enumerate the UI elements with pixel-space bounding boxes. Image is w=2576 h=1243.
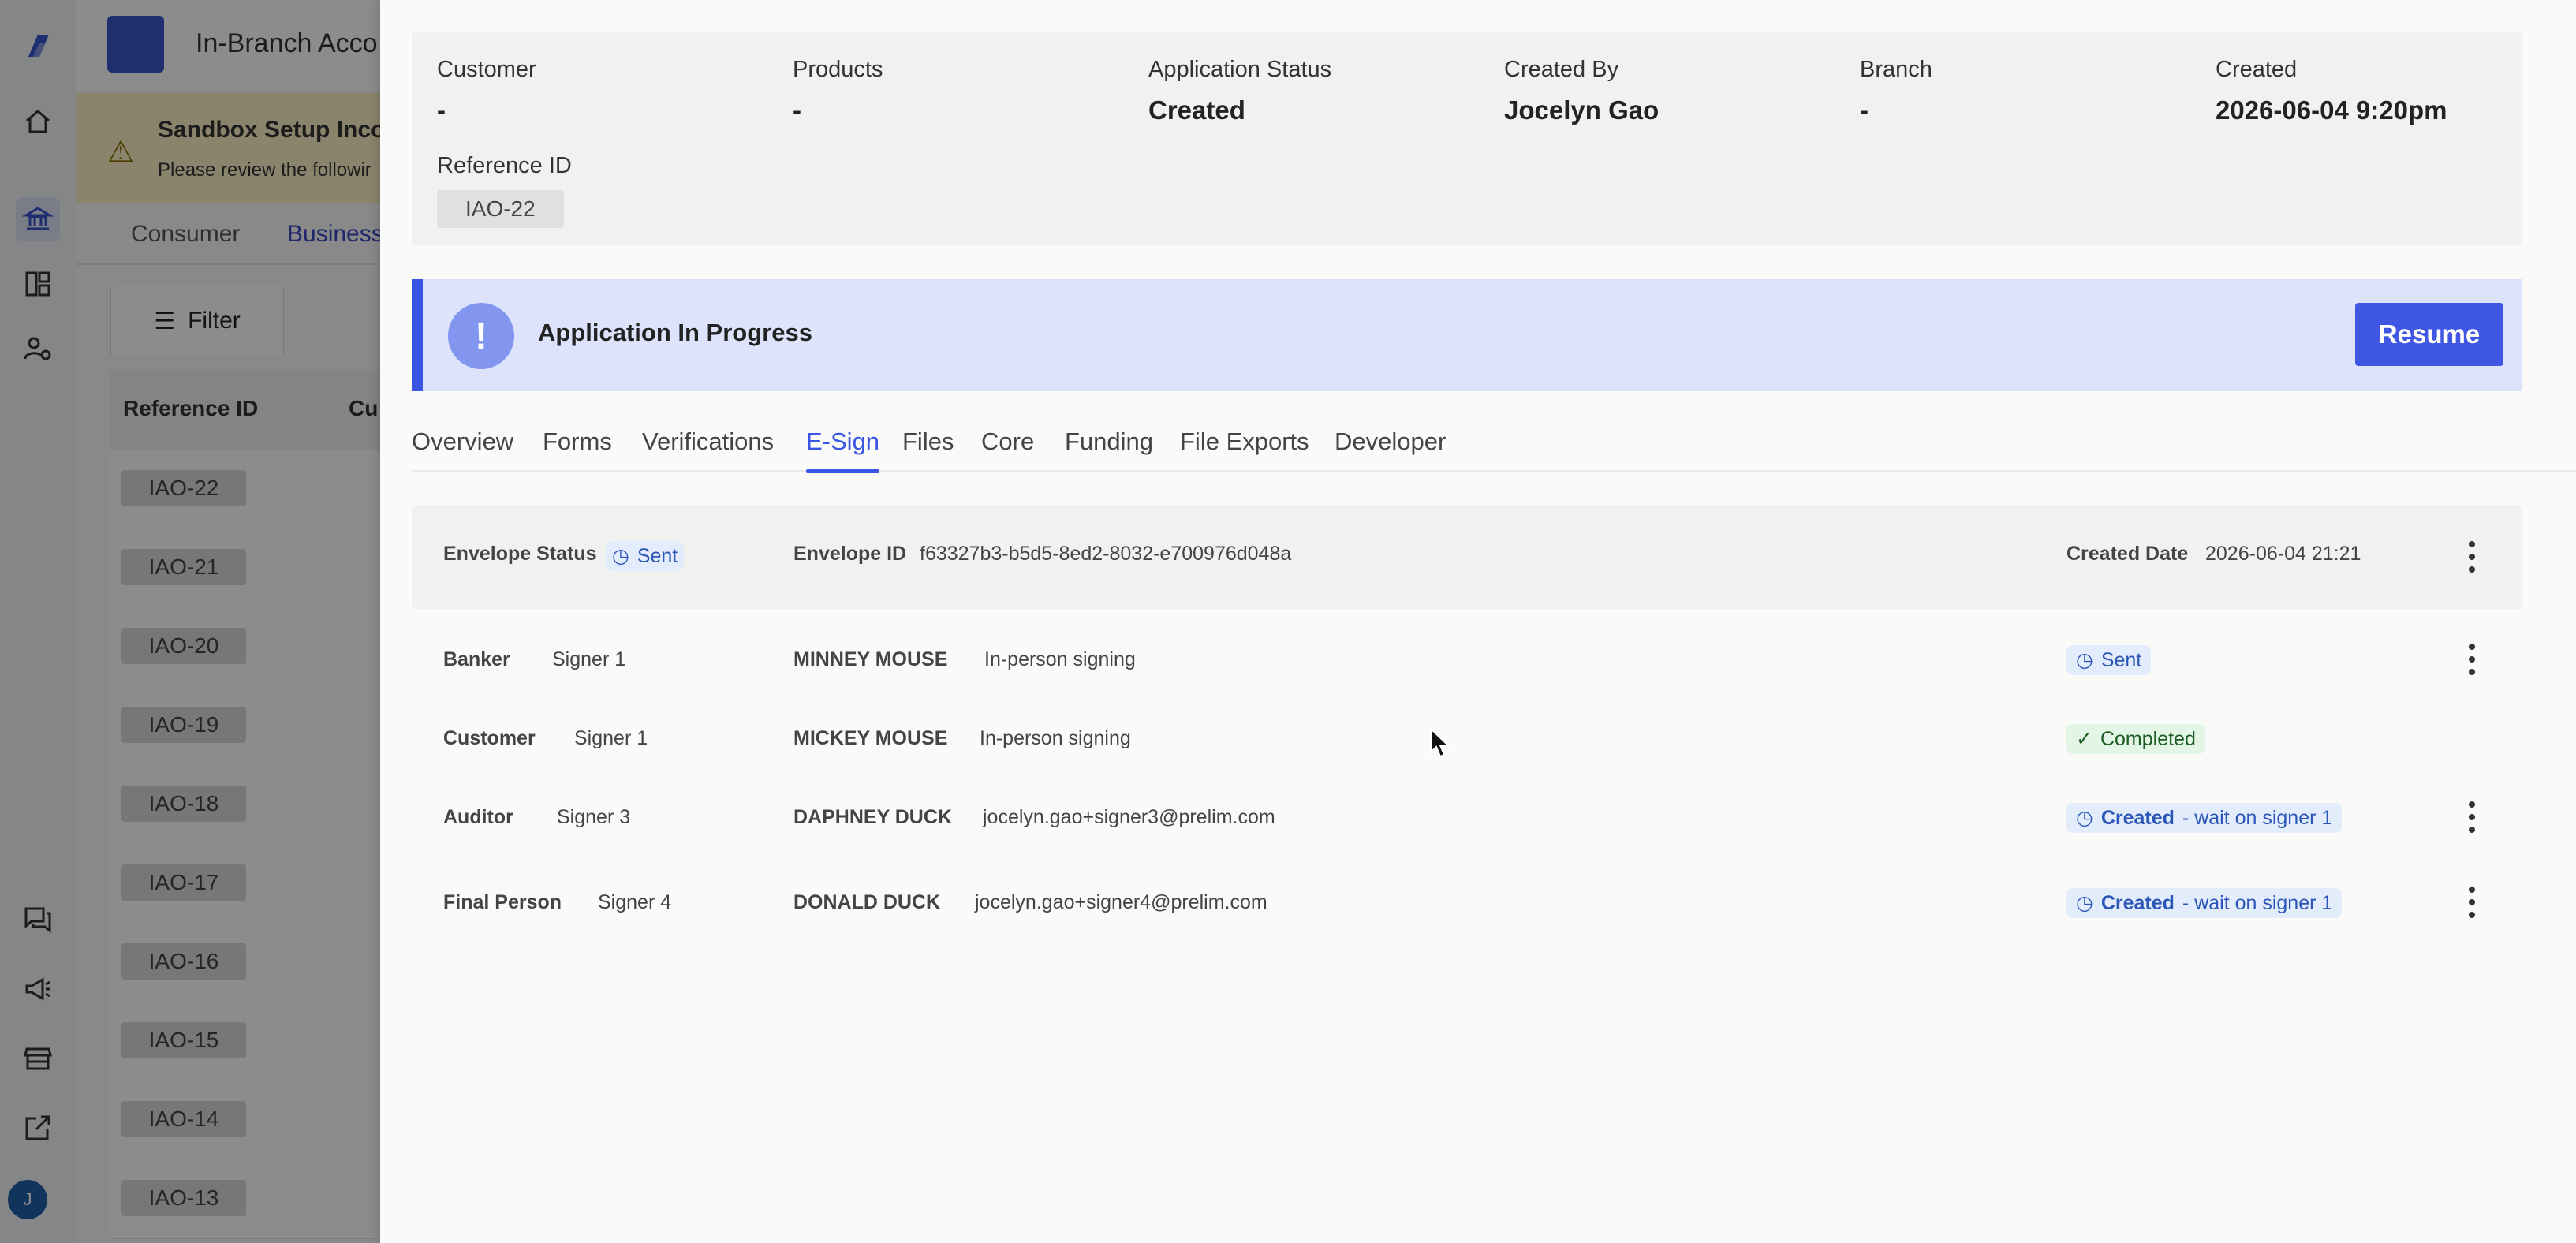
tab-core[interactable]: Core xyxy=(981,427,1034,456)
products-label: Products xyxy=(793,57,883,82)
signer-name: DONALD DUCK xyxy=(793,891,941,913)
signer-row: Final Person Signer 4 DONALD DUCK jocely… xyxy=(412,863,2522,942)
products-value: - xyxy=(793,95,801,125)
summary-branch: Branch - xyxy=(1860,57,1932,125)
envelope-status-badge: ◷ Sent xyxy=(606,541,685,571)
tab-funding[interactable]: Funding xyxy=(1065,427,1153,456)
progress-text: Application In Progress xyxy=(538,319,812,346)
signer-number: Signer 1 xyxy=(574,727,648,749)
branch-value: - xyxy=(1860,95,1869,125)
tab-verifications[interactable]: Verifications xyxy=(642,427,774,456)
signer-role: Banker xyxy=(443,648,510,670)
summary-customer: Customer - xyxy=(437,57,536,125)
resume-button[interactable]: Resume xyxy=(2355,303,2503,366)
created-by-label: Created By xyxy=(1504,57,1619,82)
envelope-status-value: Sent xyxy=(637,544,678,567)
signer-status: Created xyxy=(2100,806,2175,829)
clock-icon: ◷ xyxy=(612,545,629,567)
signer-detail: In-person signing xyxy=(980,727,1131,749)
envelope-id-value: f63327b3-b5d5-8ed2-8032-e700976d048a xyxy=(920,543,1292,565)
signer-name: MINNEY MOUSE xyxy=(793,648,948,670)
tab-file-exports[interactable]: File Exports xyxy=(1180,427,1309,456)
mouse-cursor-icon xyxy=(1430,727,1450,758)
detail-tabs: Overview Forms Verifications E-Sign File… xyxy=(412,410,2576,473)
signer-status-badge: ◷ Created - wait on signer 1 xyxy=(2066,803,2343,833)
summary-reference-id: Reference ID IAO-22 xyxy=(437,153,572,228)
application-summary: Customer - Products - Application Status… xyxy=(412,32,2522,246)
signer-row: Banker Signer 1 MINNEY MOUSE In-person s… xyxy=(412,620,2522,699)
more-vertical-icon xyxy=(2469,887,2475,893)
summary-created: Created 2026-06-04 9:20pm xyxy=(2216,57,2447,125)
tab-files[interactable]: Files xyxy=(902,427,954,456)
customer-value: - xyxy=(437,95,446,125)
envelope-status-label: Envelope Status xyxy=(443,543,597,565)
clock-icon: ◷ xyxy=(2076,807,2093,829)
customer-label: Customer xyxy=(437,57,536,82)
more-vertical-icon xyxy=(2469,541,2475,547)
signer-number: Signer 4 xyxy=(598,891,672,913)
reference-id-chip: IAO-22 xyxy=(437,190,564,228)
envelope-summary: Envelope Status ◷ Sent Envelope ID f6332… xyxy=(412,505,2522,609)
tab-overview[interactable]: Overview xyxy=(412,427,513,456)
summary-products: Products - xyxy=(793,57,883,125)
signer-role: Final Person xyxy=(443,891,562,913)
more-vertical-icon xyxy=(2469,801,2475,808)
tab-e-sign[interactable]: E-Sign xyxy=(806,427,880,473)
signer-status: Sent xyxy=(2100,648,2142,671)
created-date-value: 2026-06-04 21:21 xyxy=(2205,543,2361,565)
created-label: Created xyxy=(2216,57,2298,82)
clock-icon: ◷ xyxy=(2076,892,2093,914)
signer-detail: jocelyn.gao+signer4@prelim.com xyxy=(975,891,1267,913)
created-date-label: Created Date xyxy=(2066,543,2189,565)
branch-label: Branch xyxy=(1860,57,1932,82)
signer-detail: In-person signing xyxy=(984,648,1136,670)
signer-name: MICKEY MOUSE xyxy=(793,727,948,749)
clock-icon: ◷ xyxy=(2076,649,2093,671)
signer-number: Signer 3 xyxy=(557,806,631,828)
tab-forms[interactable]: Forms xyxy=(543,427,612,456)
summary-application-status: Application Status Created xyxy=(1148,57,1331,125)
created-value: 2026-06-04 9:20pm xyxy=(2216,95,2447,125)
application-status-label: Application Status xyxy=(1148,57,1332,82)
signer-row: Customer Signer 1 MICKEY MOUSE In-person… xyxy=(412,699,2522,778)
signer-row: Auditor Signer 3 DAPHNEY DUCK jocelyn.ga… xyxy=(412,778,2522,857)
signer-detail: jocelyn.gao+signer3@prelim.com xyxy=(983,806,1275,828)
signer-status-badge: ✓ Completed xyxy=(2066,724,2205,754)
application-status-value: Created xyxy=(1148,95,1245,125)
summary-created-by: Created By Jocelyn Gao xyxy=(1504,57,1659,125)
signer-menu-button[interactable] xyxy=(2464,644,2480,675)
envelope-menu-button[interactable] xyxy=(2464,541,2480,573)
signer-status: Completed xyxy=(2100,727,2196,750)
application-detail-panel: Customer - Products - Application Status… xyxy=(380,0,2576,1243)
signer-status-badge: ◷ Sent xyxy=(2066,645,2152,675)
signer-number: Signer 1 xyxy=(552,648,626,670)
more-vertical-icon xyxy=(2469,644,2475,650)
alert-icon: ! xyxy=(448,303,514,369)
signer-role: Customer xyxy=(443,727,536,749)
tab-developer[interactable]: Developer xyxy=(1335,427,1446,456)
signer-status-suffix: - wait on signer 1 xyxy=(2182,891,2333,914)
envelope-id-label: Envelope ID xyxy=(793,543,907,565)
application-progress-banner: ! Application In Progress Resume xyxy=(412,279,2522,391)
signer-name: DAPHNEY DUCK xyxy=(793,806,952,828)
signer-status: Created xyxy=(2100,891,2175,914)
modal-backdrop[interactable] xyxy=(0,0,380,1243)
signer-menu-button[interactable] xyxy=(2464,887,2480,918)
check-icon: ✓ xyxy=(2076,728,2093,750)
signer-status-suffix: - wait on signer 1 xyxy=(2182,806,2333,829)
created-by-value: Jocelyn Gao xyxy=(1504,95,1659,125)
reference-id-label: Reference ID xyxy=(437,153,572,178)
signer-role: Auditor xyxy=(443,806,513,828)
signer-status-badge: ◷ Created - wait on signer 1 xyxy=(2066,888,2343,918)
signer-menu-button[interactable] xyxy=(2464,801,2480,833)
